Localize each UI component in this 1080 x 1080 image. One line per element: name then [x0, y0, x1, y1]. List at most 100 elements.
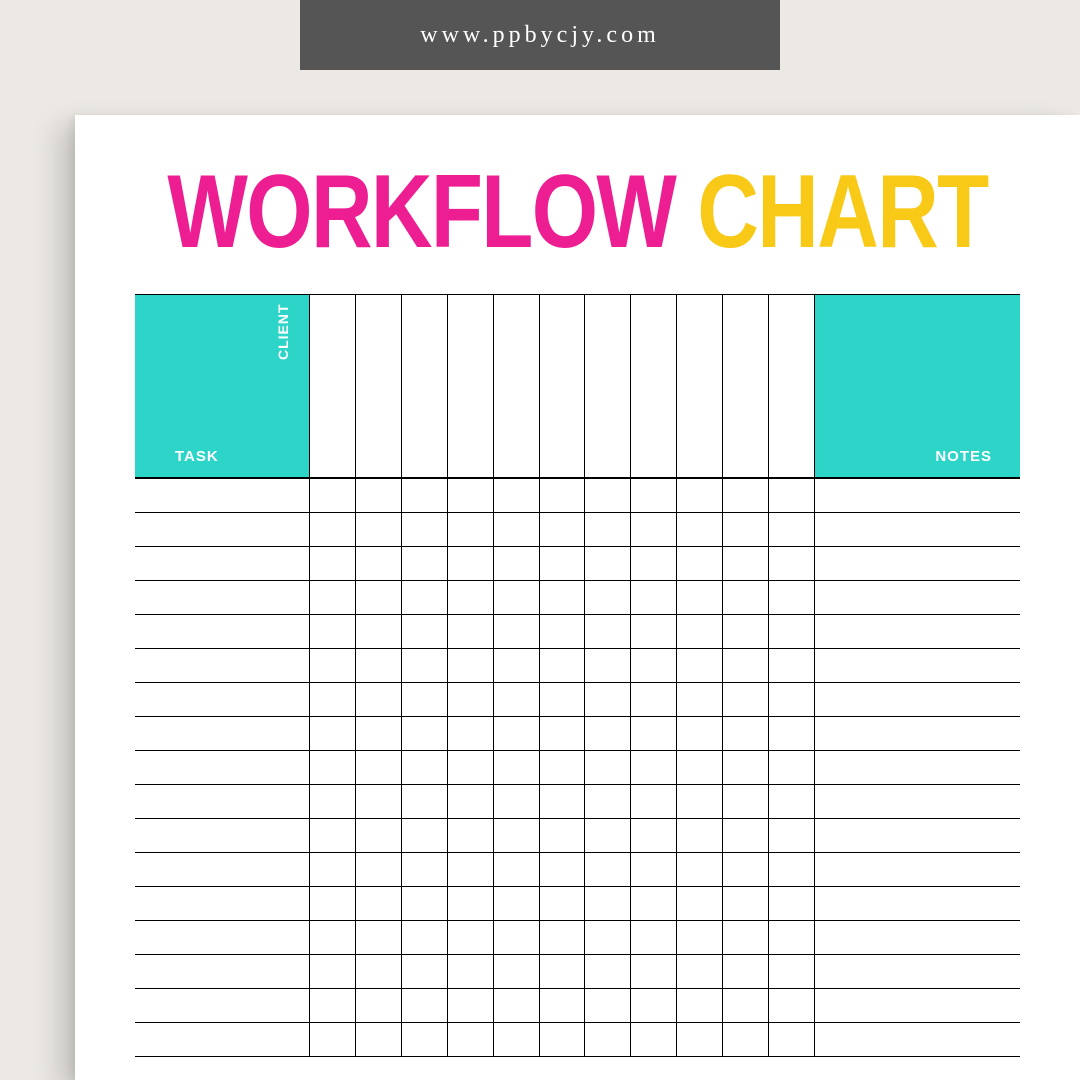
grid-cell — [494, 819, 540, 852]
grid-cell — [769, 819, 815, 852]
grid-cell — [356, 717, 402, 750]
grid-cell — [402, 479, 448, 512]
grid-cell — [356, 751, 402, 784]
grid-cell — [769, 955, 815, 988]
notes-cell — [815, 649, 1020, 682]
grid-cell — [631, 649, 677, 682]
grid-cell — [677, 547, 723, 580]
grid-cell — [723, 615, 769, 648]
grid-cell — [356, 513, 402, 546]
grid-cell — [494, 955, 540, 988]
grid-cell — [494, 785, 540, 818]
grid-cell — [356, 785, 402, 818]
notes-cell — [815, 581, 1020, 614]
grid-cells — [310, 751, 815, 784]
grid-cell — [402, 513, 448, 546]
grid-cell — [356, 1023, 402, 1056]
grid-cell — [585, 887, 631, 920]
grid-cell — [402, 819, 448, 852]
notes-cell — [815, 717, 1020, 750]
task-cell — [135, 921, 310, 954]
table-row — [135, 989, 1020, 1023]
grid-cell — [677, 853, 723, 886]
notes-cell — [815, 819, 1020, 852]
grid-cell — [310, 989, 356, 1022]
notes-cell — [815, 853, 1020, 886]
task-cell — [135, 717, 310, 750]
grid-cell — [540, 683, 586, 716]
grid-cell — [585, 921, 631, 954]
grid-cell — [631, 683, 677, 716]
notes-cell — [815, 513, 1020, 546]
grid-cell — [402, 717, 448, 750]
header-client-col — [494, 295, 540, 477]
grid-cell — [402, 615, 448, 648]
task-cell — [135, 955, 310, 988]
task-cell — [135, 683, 310, 716]
grid-cell — [585, 615, 631, 648]
grid-cells — [310, 955, 815, 988]
header-notes-label: NOTES — [935, 448, 992, 465]
grid-cell — [631, 513, 677, 546]
grid-cell — [494, 615, 540, 648]
task-cell — [135, 785, 310, 818]
grid-cell — [540, 479, 586, 512]
grid-cells — [310, 581, 815, 614]
notes-cell — [815, 989, 1020, 1022]
header-client-col — [723, 295, 769, 477]
grid-cells — [310, 887, 815, 920]
grid-cell — [585, 785, 631, 818]
table-body — [135, 479, 1020, 1057]
task-cell — [135, 989, 310, 1022]
notes-cell — [815, 547, 1020, 580]
table-row — [135, 683, 1020, 717]
grid-cell — [356, 615, 402, 648]
grid-cell — [310, 547, 356, 580]
grid-cell — [356, 955, 402, 988]
grid-cell — [723, 887, 769, 920]
grid-cell — [677, 989, 723, 1022]
table-row — [135, 921, 1020, 955]
notes-cell — [815, 615, 1020, 648]
grid-cell — [402, 649, 448, 682]
grid-cell — [631, 955, 677, 988]
task-cell — [135, 479, 310, 512]
grid-cell — [769, 547, 815, 580]
title-word-2: CHART — [697, 154, 987, 270]
grid-cell — [448, 581, 494, 614]
grid-cells — [310, 513, 815, 546]
grid-cells — [310, 989, 815, 1022]
grid-cells — [310, 479, 815, 512]
grid-cell — [677, 513, 723, 546]
header-client-col — [540, 295, 586, 477]
grid-cell — [631, 717, 677, 750]
grid-cell — [448, 955, 494, 988]
grid-cell — [723, 853, 769, 886]
table-row — [135, 887, 1020, 921]
grid-cell — [540, 955, 586, 988]
grid-cell — [540, 921, 586, 954]
grid-cell — [402, 955, 448, 988]
grid-cell — [769, 921, 815, 954]
grid-cell — [677, 751, 723, 784]
grid-cell — [723, 717, 769, 750]
grid-cells — [310, 1023, 815, 1056]
grid-cell — [448, 853, 494, 886]
grid-cell — [310, 751, 356, 784]
grid-cells — [310, 921, 815, 954]
grid-cell — [402, 1023, 448, 1056]
grid-cell — [402, 921, 448, 954]
grid-cell — [310, 615, 356, 648]
grid-cell — [448, 513, 494, 546]
grid-cell — [585, 479, 631, 512]
task-cell — [135, 547, 310, 580]
grid-cell — [540, 785, 586, 818]
grid-cell — [448, 1023, 494, 1056]
grid-cell — [723, 955, 769, 988]
grid-cell — [402, 581, 448, 614]
grid-cell — [723, 921, 769, 954]
notes-cell — [815, 785, 1020, 818]
grid-cell — [310, 479, 356, 512]
grid-cell — [769, 989, 815, 1022]
grid-cell — [631, 989, 677, 1022]
